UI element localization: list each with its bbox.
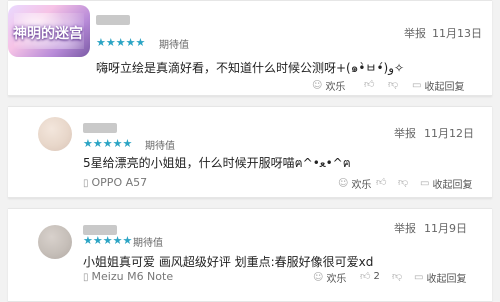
username[interactable] — [83, 123, 117, 133]
comment-card: ★★★★★ 期待值 举报 11月12日 5星给漂亮的小姐姐，什么时候开服呀喵ฅ^… — [8, 106, 492, 198]
rating-stars: ★★★★★ — [83, 234, 133, 247]
smile-icon: ☺ — [312, 80, 323, 91]
collapse-replies-button[interactable]: ▭ 收起回复 — [414, 270, 466, 285]
like-count: 2 — [373, 270, 380, 282]
dislike-button[interactable]: 👎︎ — [392, 270, 405, 282]
comment-text: 5星给漂亮的小姐姐，什么时候开服呀喵ฅ^•ﻌ•^ฅ — [83, 156, 351, 170]
device-name: Meizu M6 Note — [91, 270, 174, 283]
device-name: OPPO A57 — [91, 176, 148, 189]
comment-card: 神明的迷宫 ★★★★★ 期待值 举报 11月13日 嗨呀立绘是真滴好看，不知道什… — [8, 0, 492, 96]
avatar[interactable] — [38, 117, 72, 151]
comment-date: 11月13日 — [432, 27, 482, 40]
collapse-replies-label: 收起回复 — [424, 82, 465, 93]
thumbs-down-icon: 👎︎ — [388, 79, 399, 90]
rating-label: 期待值 — [159, 40, 189, 51]
happy-label: 欢乐 — [351, 180, 372, 191]
phone-icon: ▯ — [83, 272, 89, 283]
thumbs-up-icon: 👍︎ — [376, 177, 387, 188]
comment-icon: ▭ — [412, 80, 422, 91]
username[interactable] — [96, 15, 130, 25]
device-label: ▯ Meizu M6 Note — [83, 270, 173, 283]
comment-text: 嗨呀立绘是真滴好看，不知道什么时候公测呀+(๑•̀ㅂ•́)و✧ — [96, 61, 405, 75]
comment-icon: ▭ — [420, 178, 430, 189]
thumbs-down-icon: 👎︎ — [398, 177, 409, 188]
like-button[interactable]: 👍︎ 2 — [360, 270, 380, 283]
thumbs-up-icon: 👍︎ — [364, 79, 375, 90]
collapse-replies-label: 收起回复 — [432, 180, 473, 191]
thumbs-up-icon: 👍︎ — [360, 271, 371, 282]
smile-icon: ☺ — [338, 178, 349, 189]
comment-date: 11月12日 — [424, 127, 474, 140]
thumbs-down-icon: 👎︎ — [392, 271, 403, 282]
rating-label: 期待值 — [133, 238, 163, 249]
dislike-button[interactable]: 👎︎ — [398, 176, 411, 188]
avatar[interactable] — [38, 225, 72, 259]
report-button[interactable]: 举报 — [394, 220, 416, 236]
rating-stars: ★★★★★ — [96, 36, 146, 49]
happy-button[interactable]: ☺ 欢乐 — [313, 270, 346, 285]
rating-label: 期待值 — [145, 141, 175, 152]
collapse-replies-button[interactable]: ▭ 收起回复 — [412, 78, 464, 93]
phone-icon: ▯ — [83, 178, 89, 189]
smile-icon: ☺ — [313, 272, 324, 283]
comment-text: 小姐姐真可爱 画风超级好评 划重点:春服好像很可爱xd — [83, 255, 374, 269]
happy-label: 欢乐 — [325, 82, 346, 93]
logo-text: 神明的迷宫 — [13, 26, 83, 42]
happy-button[interactable]: ☺ 欢乐 — [338, 176, 371, 191]
like-button[interactable]: 👍︎ — [364, 78, 377, 90]
like-button[interactable]: 👍︎ — [376, 176, 389, 188]
comment-date: 11月9日 — [424, 222, 467, 235]
collapse-replies-button[interactable]: ▭ 收起回复 — [420, 176, 472, 191]
happy-button[interactable]: ☺ 欢乐 — [312, 78, 345, 93]
rating-stars: ★★★★★ — [83, 137, 133, 150]
report-button[interactable]: 举报 — [394, 125, 416, 141]
device-label: ▯ OPPO A57 — [83, 176, 147, 189]
collapse-replies-label: 收起回复 — [426, 274, 467, 285]
dislike-button[interactable]: 👎︎ — [388, 78, 401, 90]
game-logo: 神明的迷宫 — [8, 5, 90, 57]
comment-card: ★★★★★ 期待值 举报 11月9日 小姐姐真可爱 画风超级好评 划重点:春服好… — [8, 208, 492, 302]
report-button[interactable]: 举报 — [404, 25, 426, 41]
happy-label: 欢乐 — [326, 274, 347, 285]
comment-icon: ▭ — [414, 272, 424, 283]
